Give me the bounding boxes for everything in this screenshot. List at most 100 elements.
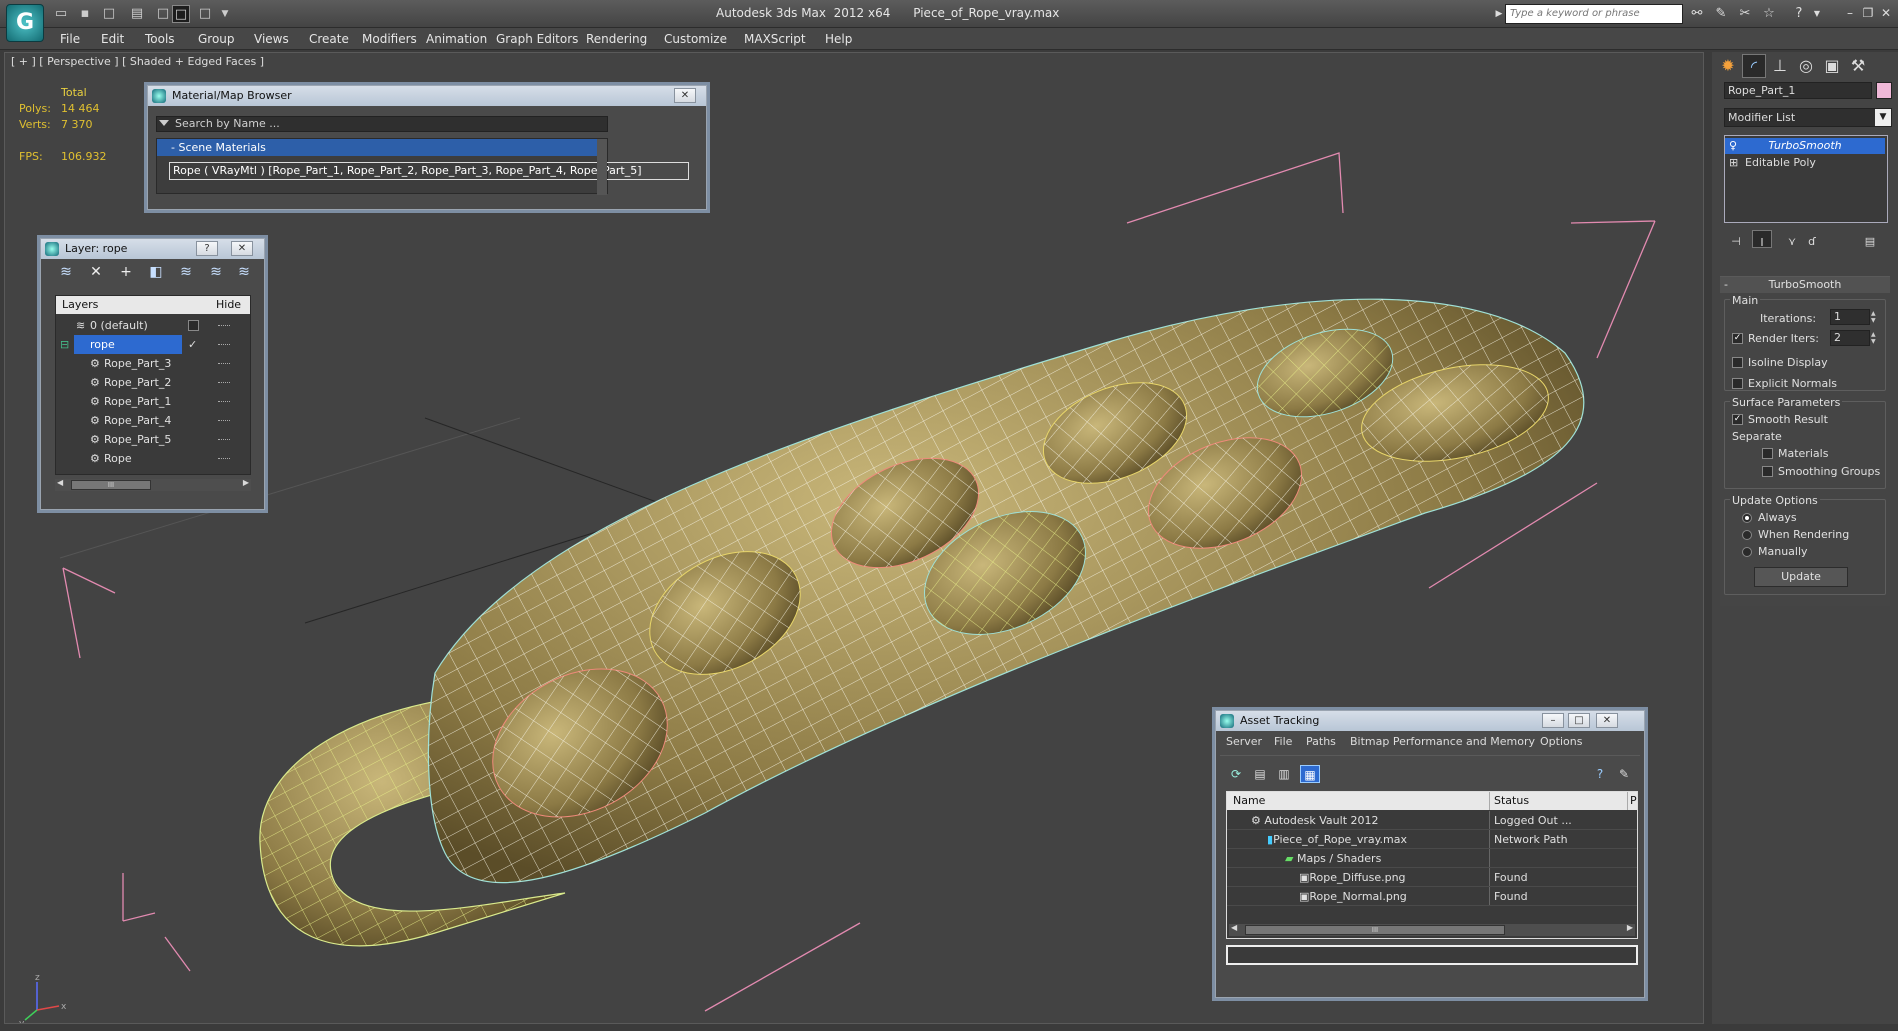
current-layer-check-icon[interactable]: ✓	[188, 335, 197, 354]
menu-views[interactable]: Views	[254, 32, 289, 46]
asset-row[interactable]: ▣Rope_Normal.png Found	[1227, 887, 1637, 906]
binoculars-icon[interactable]: ⚯	[1688, 6, 1706, 22]
help-icon[interactable]: ?	[1790, 6, 1808, 22]
collapse-icon[interactable]: ⊟	[60, 335, 69, 354]
add-layer-icon[interactable]: +	[115, 263, 137, 281]
menu-group[interactable]: Group	[198, 32, 235, 46]
smoothing-groups-checkbox[interactable]	[1762, 466, 1773, 477]
stack-item-editable-poly[interactable]: ⊞ Editable Poly	[1725, 155, 1883, 171]
refresh-icon[interactable]: ⟳	[1226, 765, 1246, 783]
keyword-search-input[interactable]: Type a keyword or phrase	[1505, 4, 1683, 24]
asset-horizontal-scrollbar[interactable]: ◀ III ▶	[1229, 923, 1635, 936]
asset-menu-bitmap-performance[interactable]: Bitmap Performance and Memory	[1350, 735, 1535, 748]
asset-row[interactable]: ⚙ Autodesk Vault 2012 Logged Out ...	[1227, 811, 1637, 830]
render-iters-input[interactable]: 2	[1830, 330, 1870, 346]
expand-icon[interactable]: ⊞	[1729, 155, 1738, 171]
chevron-down-icon[interactable]: ▼	[1875, 109, 1891, 126]
name-column-header[interactable]: Name	[1233, 792, 1265, 810]
iterations-input[interactable]: 1	[1830, 309, 1870, 325]
stack-item-turbosmooth[interactable]: ♀ TurboSmooth	[1725, 138, 1885, 154]
layer-object-row[interactable]: ⚙ Rope_Part_4	[56, 411, 250, 430]
asset-menu-server[interactable]: Server	[1226, 735, 1262, 748]
thumbnail-view-icon[interactable]: ▥	[1274, 765, 1294, 783]
quick-access-dropdown-icon[interactable]: ▼	[216, 5, 234, 23]
layers-column-header[interactable]: Layers	[62, 296, 98, 314]
layer-object-row[interactable]: ⚙ Rope_Part_3	[56, 354, 250, 373]
layer-row-default[interactable]: ≋ 0 (default)	[56, 316, 250, 335]
menu-animation[interactable]: Animation	[426, 32, 487, 46]
help-dropdown-icon[interactable]: ▼	[1808, 6, 1826, 22]
layer-horizontal-scrollbar[interactable]: ◀ III ▶	[55, 478, 251, 491]
asset-settings-icon[interactable]: ✎	[1614, 765, 1634, 783]
object-name-field[interactable]: Rope_Part_1	[1724, 82, 1872, 99]
material-item-rope[interactable]: Rope ( VRayMtl ) [Rope_Part_1, Rope_Part…	[169, 162, 689, 180]
isoline-display-checkbox[interactable]	[1732, 357, 1743, 368]
asset-menu-file[interactable]: File	[1274, 735, 1292, 748]
hide-toggle[interactable]	[218, 439, 230, 440]
close-icon[interactable]: ✕	[1874, 4, 1898, 22]
create-tab-icon[interactable]: ✹	[1716, 54, 1740, 78]
menu-create[interactable]: Create	[309, 32, 349, 46]
project-icon[interactable]: □	[196, 5, 214, 23]
show-end-result-icon[interactable]: I	[1752, 230, 1772, 249]
menu-maxscript[interactable]: MAXScript	[744, 32, 806, 46]
hide-toggle[interactable]	[218, 458, 230, 459]
render-iters-spinner[interactable]: ▲ ▼	[1871, 331, 1879, 345]
menu-graph-editors[interactable]: Graph Editors	[496, 32, 578, 46]
open-icon[interactable]: ▭	[52, 5, 70, 23]
asset-menu-paths[interactable]: Paths	[1306, 735, 1336, 748]
asset-close-button[interactable]: ✕	[1596, 713, 1618, 728]
redo-icon[interactable]: ▤	[128, 5, 146, 23]
scroll-right-icon[interactable]: ▶	[1627, 923, 1633, 932]
asset-row[interactable]: ▰ Maps / Shaders	[1227, 849, 1637, 868]
make-unique-icon[interactable]: ⋎	[1782, 230, 1802, 248]
list-view-icon[interactable]: ▤	[1250, 765, 1270, 783]
asset-row[interactable]: ▣Rope_Diffuse.png Found	[1227, 868, 1637, 887]
asset-help-icon[interactable]: ?	[1590, 765, 1610, 783]
layer-object-row[interactable]: ⚙ Rope_Part_2	[56, 373, 250, 392]
hide-toggle[interactable]	[218, 325, 230, 326]
viewport-label[interactable]: [ + ] [ Perspective ] [ Shaded + Edged F…	[11, 55, 264, 68]
manually-radio[interactable]	[1742, 547, 1752, 557]
scene-materials-category[interactable]: - Scene Materials	[157, 139, 597, 156]
layer-object-row[interactable]: ⚙ Rope	[56, 449, 250, 468]
menu-edit[interactable]: Edit	[101, 32, 124, 46]
utilities-tab-icon[interactable]: ⚒	[1846, 54, 1870, 78]
always-radio[interactable]	[1742, 513, 1752, 523]
material-browser-close-button[interactable]: ✕	[674, 88, 696, 103]
layer-close-button[interactable]: ✕	[231, 241, 253, 256]
scroll-left-icon[interactable]: ◀	[57, 478, 63, 487]
material-list-scrollbar[interactable]	[597, 139, 607, 195]
update-button[interactable]: Update	[1754, 567, 1848, 587]
select-objects-icon[interactable]: ◧	[145, 263, 167, 281]
hide-toggle[interactable]	[218, 382, 230, 383]
scroll-thumb[interactable]: III	[71, 480, 151, 490]
fetch-icon[interactable]: □	[172, 5, 190, 23]
delete-layer-icon[interactable]: ✕	[85, 263, 107, 281]
hold-icon[interactable]: □	[154, 5, 172, 23]
menu-help[interactable]: Help	[825, 32, 852, 46]
subscription-icon[interactable]: ✎	[1712, 6, 1730, 22]
layer-object-row[interactable]: ⚙ Rope_Part_5	[56, 430, 250, 449]
pin-stack-icon[interactable]: ⊣	[1726, 230, 1746, 248]
menu-tools[interactable]: Tools	[145, 32, 175, 46]
path-column-header[interactable]: P	[1627, 792, 1637, 810]
communication-icon[interactable]: ✂	[1736, 6, 1754, 22]
search-options-icon[interactable]	[159, 120, 169, 126]
undo-icon[interactable]: □	[100, 5, 118, 23]
asset-maximize-button[interactable]: □	[1568, 713, 1590, 728]
hide-toggle[interactable]	[218, 401, 230, 402]
asset-tracking-titlebar[interactable]: Asset Tracking – □ ✕	[1216, 711, 1644, 731]
save-icon[interactable]: ▪	[76, 5, 94, 23]
lightbulb-icon[interactable]: ♀	[1729, 138, 1737, 154]
motion-tab-icon[interactable]: ◎	[1794, 54, 1818, 78]
display-tab-icon[interactable]: ▣	[1820, 54, 1844, 78]
favorites-icon[interactable]: ☆	[1760, 6, 1778, 22]
remove-modifier-icon[interactable]: ɗ	[1802, 230, 1822, 248]
modify-tab-icon[interactable]: ◜	[1742, 54, 1766, 78]
render-iters-checkbox[interactable]: ✓	[1732, 333, 1743, 344]
hide-column-header[interactable]: Hide	[216, 296, 241, 314]
table-view-icon[interactable]: ▦	[1300, 765, 1320, 783]
application-logo[interactable]: G	[6, 4, 44, 42]
menu-file[interactable]: File	[60, 32, 80, 46]
